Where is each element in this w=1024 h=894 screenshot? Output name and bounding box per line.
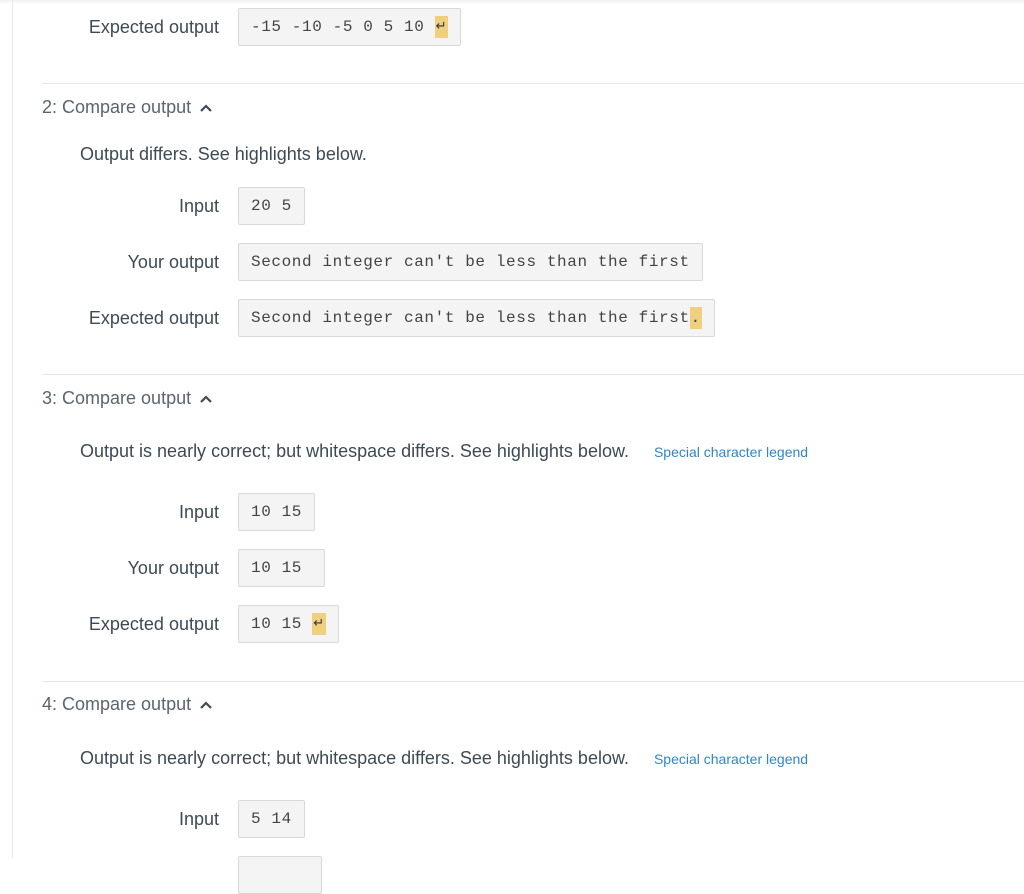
test-4-message: Output is nearly correct; but whitespace…	[80, 748, 808, 769]
test-2-input-row: Input 20 5	[0, 187, 305, 225]
expected-output-text: Second integer can't be less than the fi…	[251, 309, 690, 327]
test-4-header[interactable]: 4: Compare output	[42, 694, 213, 715]
test-3-message: Output is nearly correct; but whitespace…	[80, 441, 808, 462]
input-label: Input	[178, 195, 219, 216]
left-border	[12, 0, 13, 858]
your-output-label: Your output	[127, 251, 219, 272]
diff-highlight: .	[689, 307, 702, 329]
chevron-up-icon[interactable]	[199, 700, 213, 710]
expected-output-label: Expected output	[88, 307, 219, 328]
test-1-expected-row: Expected output -15 -10 -5 0 5 10 ↵	[0, 8, 462, 46]
input-label: Input	[178, 501, 219, 522]
expected-output-text: 10 15	[251, 615, 313, 633]
test-2-message-text: Output differs. See highlights below.	[80, 144, 367, 164]
newline-highlight-icon: ↵	[434, 16, 449, 38]
input-box: 20 5	[238, 187, 305, 225]
input-box: 5 14	[238, 800, 305, 838]
expected-output-box: Second integer can't be less than the fi…	[238, 299, 715, 337]
section-divider	[42, 374, 1024, 375]
test-4-your-output-row-partial	[0, 856, 322, 894]
test-3-input-row: Input 10 15	[0, 493, 316, 531]
test-3-title: 3: Compare output	[42, 388, 192, 408]
test-3-your-output-row: Your output 10 15	[0, 549, 326, 587]
special-character-legend-link[interactable]: Special character legend	[654, 444, 808, 460]
expected-output-text: -15 -10 -5 0 5 10	[251, 18, 435, 36]
section-divider	[42, 83, 1024, 84]
test-4-input-row: Input 5 14	[0, 800, 305, 838]
top-shadow	[0, 0, 1024, 4]
test-3-message-text: Output is nearly correct; but whitespace…	[80, 441, 629, 461]
test-4-message-text: Output is nearly correct; but whitespace…	[80, 748, 629, 768]
test-3-header[interactable]: 3: Compare output	[42, 388, 213, 409]
test-2-expected-row: Expected output Second integer can't be …	[0, 299, 715, 337]
your-output-box	[238, 856, 322, 894]
expected-output-box: -15 -10 -5 0 5 10 ↵	[238, 8, 462, 46]
newline-highlight-icon: ↵	[312, 613, 326, 635]
chevron-up-icon[interactable]	[199, 103, 213, 113]
test-3-expected-row: Expected output 10 15 ↵	[0, 605, 339, 643]
your-output-box: Second integer can't be less than the fi…	[238, 243, 703, 281]
input-box: 10 15	[238, 493, 316, 531]
chevron-up-icon[interactable]	[199, 394, 213, 404]
test-2-title: 2: Compare output	[42, 97, 192, 117]
test-4-title: 4: Compare output	[42, 694, 192, 714]
test-2-message: Output differs. See highlights below.	[80, 144, 367, 165]
your-output-box: 10 15	[238, 549, 326, 587]
expected-output-box: 10 15 ↵	[238, 605, 339, 643]
section-divider	[42, 681, 1024, 682]
input-label: Input	[178, 808, 219, 829]
your-output-label: Your output	[127, 557, 219, 578]
expected-output-label: Expected output	[88, 16, 219, 37]
test-2-your-output-row: Your output Second integer can't be less…	[0, 243, 703, 281]
test-2-header[interactable]: 2: Compare output	[42, 97, 213, 118]
special-character-legend-link[interactable]: Special character legend	[654, 751, 808, 767]
expected-output-label: Expected output	[88, 613, 219, 634]
